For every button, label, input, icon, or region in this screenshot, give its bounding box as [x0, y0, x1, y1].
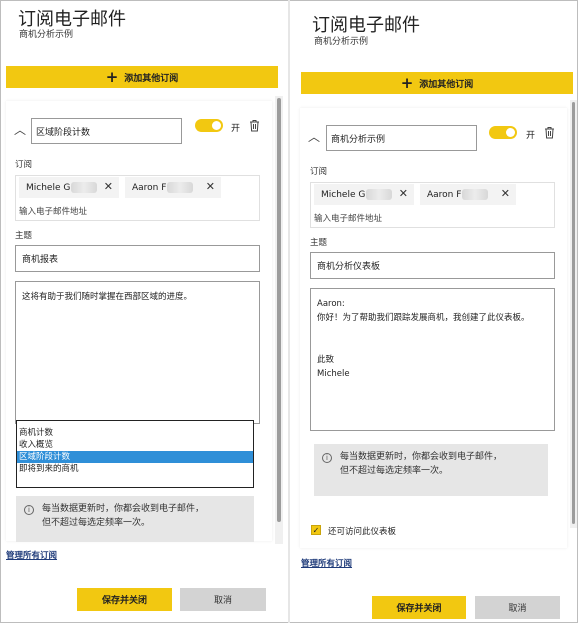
recipient-name: Michele G	[321, 189, 366, 200]
pane-divider	[288, 0, 290, 623]
left-subscribe-pane: 订阅电子邮件 商机分析示例 + 添加其他订阅 ︿ 区域阶段计数 开 订阅 Mic…	[0, 0, 288, 623]
right-subscribe-pane: 订阅电子邮件 商机分析示例 + 添加其他订阅 ︿ 商机分析示例 开 订阅 Mic…	[291, 0, 578, 623]
subscription-name-input[interactable]: 区域阶段计数	[31, 118, 182, 144]
recipients-label: 订阅	[310, 167, 328, 177]
remove-recipient-icon[interactable]: ✕	[501, 187, 510, 200]
access-dashboard-label: 还可访问此仪表板	[328, 527, 397, 537]
scrollbar-thumb[interactable]	[572, 102, 575, 524]
trash-icon[interactable]	[544, 126, 555, 139]
message-line: Michele	[317, 369, 350, 379]
message-line: 你好！为了帮助我们跟踪发展商机，我创建了此仪表板。	[317, 313, 530, 323]
toggle-label: 开	[526, 131, 536, 141]
trash-icon[interactable]	[249, 119, 260, 132]
info-text-line1: 每当数据更新时，你都会收到电子邮件，	[42, 504, 205, 514]
dropdown-option[interactable]: 收入概览	[17, 439, 253, 451]
subject-label: 主题	[310, 238, 328, 248]
add-subscription-button[interactable]: + 添加其他订阅	[6, 66, 278, 88]
cancel-button[interactable]: 取消	[180, 588, 266, 611]
info-text-line2: 但不超过每选定频率一次。	[340, 466, 449, 476]
subscription-toggle[interactable]	[489, 126, 517, 139]
info-icon: i	[322, 453, 332, 463]
subscription-toggle[interactable]	[195, 119, 223, 132]
page-subtitle: 商机分析示例	[314, 37, 369, 47]
manage-subscriptions-link[interactable]: 管理所有订阅	[301, 557, 352, 569]
subject-label: 主题	[15, 231, 33, 241]
dropdown-option[interactable]: 商机计数	[17, 427, 253, 439]
chevron-up-icon[interactable]: ︿	[308, 128, 320, 145]
recipient-name: Aaron F	[132, 182, 167, 193]
manage-subscriptions-link[interactable]: 管理所有订阅	[6, 549, 57, 561]
report-page-dropdown[interactable]: 商机计数 收入概览 区域阶段计数 即将到来的商机	[16, 420, 254, 488]
redacted-surname	[167, 182, 194, 193]
access-dashboard-checkbox[interactable]: ✓	[311, 525, 321, 535]
message-line: 此致	[317, 355, 335, 365]
cancel-button[interactable]: 取消	[475, 596, 560, 619]
redacted-surname	[462, 189, 489, 200]
redacted-surname	[71, 182, 98, 193]
recipients-placeholder[interactable]: 输入电子邮件地址	[314, 212, 382, 224]
message-textarea[interactable]: Aaron: 你好！为了帮助我们跟踪发展商机，我创建了此仪表板。 此致 Mich…	[310, 288, 555, 431]
save-and-close-button[interactable]: 保存并关闭	[77, 588, 172, 611]
message-line: Aaron:	[317, 299, 345, 309]
dropdown-option[interactable]: 即将到来的商机	[17, 463, 253, 475]
info-banner: i 每当数据更新时，你都会收到电子邮件， 但不超过每选定频率一次。	[314, 444, 548, 496]
add-subscription-label: 添加其他订阅	[419, 79, 474, 90]
remove-recipient-icon[interactable]: ✕	[206, 180, 215, 193]
add-subscription-label: 添加其他订阅	[124, 73, 179, 84]
scrollbar[interactable]	[570, 100, 577, 528]
remove-recipient-icon[interactable]: ✕	[399, 187, 408, 200]
page-subtitle: 商机分析示例	[19, 30, 74, 40]
info-text-line1: 每当数据更新时，你都会收到电子邮件，	[340, 452, 503, 462]
subject-input[interactable]: 商机报表	[15, 245, 260, 272]
scrollbar[interactable]	[275, 96, 283, 544]
recipients-label: 订阅	[15, 160, 33, 170]
info-banner: i 每当数据更新时，你都会收到电子邮件， 但不超过每选定频率一次。	[16, 496, 254, 542]
recipient-pill: Aaron F ✕	[125, 177, 221, 198]
chevron-up-icon[interactable]: ︿	[14, 121, 26, 138]
redacted-surname	[366, 189, 393, 200]
scrollbar-thumb[interactable]	[277, 98, 281, 522]
save-and-close-button[interactable]: 保存并关闭	[372, 596, 466, 619]
info-icon: i	[24, 505, 34, 515]
toggle-label: 开	[231, 124, 241, 134]
recipient-pill: Aaron F ✕	[420, 184, 516, 205]
add-subscription-button[interactable]: + 添加其他订阅	[301, 72, 573, 94]
dropdown-option-selected[interactable]: 区域阶段计数	[17, 451, 253, 463]
message-textarea[interactable]: 这将有助于我们随时掌握在西部区域的进度。	[15, 281, 260, 424]
plus-icon: +	[105, 67, 119, 86]
info-text-line2: 但不超过每选定频率一次。	[42, 518, 151, 528]
subscription-name-input[interactable]: 商机分析示例	[326, 125, 477, 151]
recipient-pill: Michele G ✕	[19, 177, 119, 198]
subject-input[interactable]: 商机分析仪表板	[310, 252, 555, 279]
remove-recipient-icon[interactable]: ✕	[104, 180, 113, 193]
recipient-name: Michele G	[26, 182, 71, 193]
recipient-name: Aaron F	[427, 189, 462, 200]
recipients-placeholder[interactable]: 输入电子邮件地址	[19, 205, 87, 217]
recipient-pill: Michele G ✕	[314, 184, 414, 205]
plus-icon: +	[400, 73, 414, 92]
